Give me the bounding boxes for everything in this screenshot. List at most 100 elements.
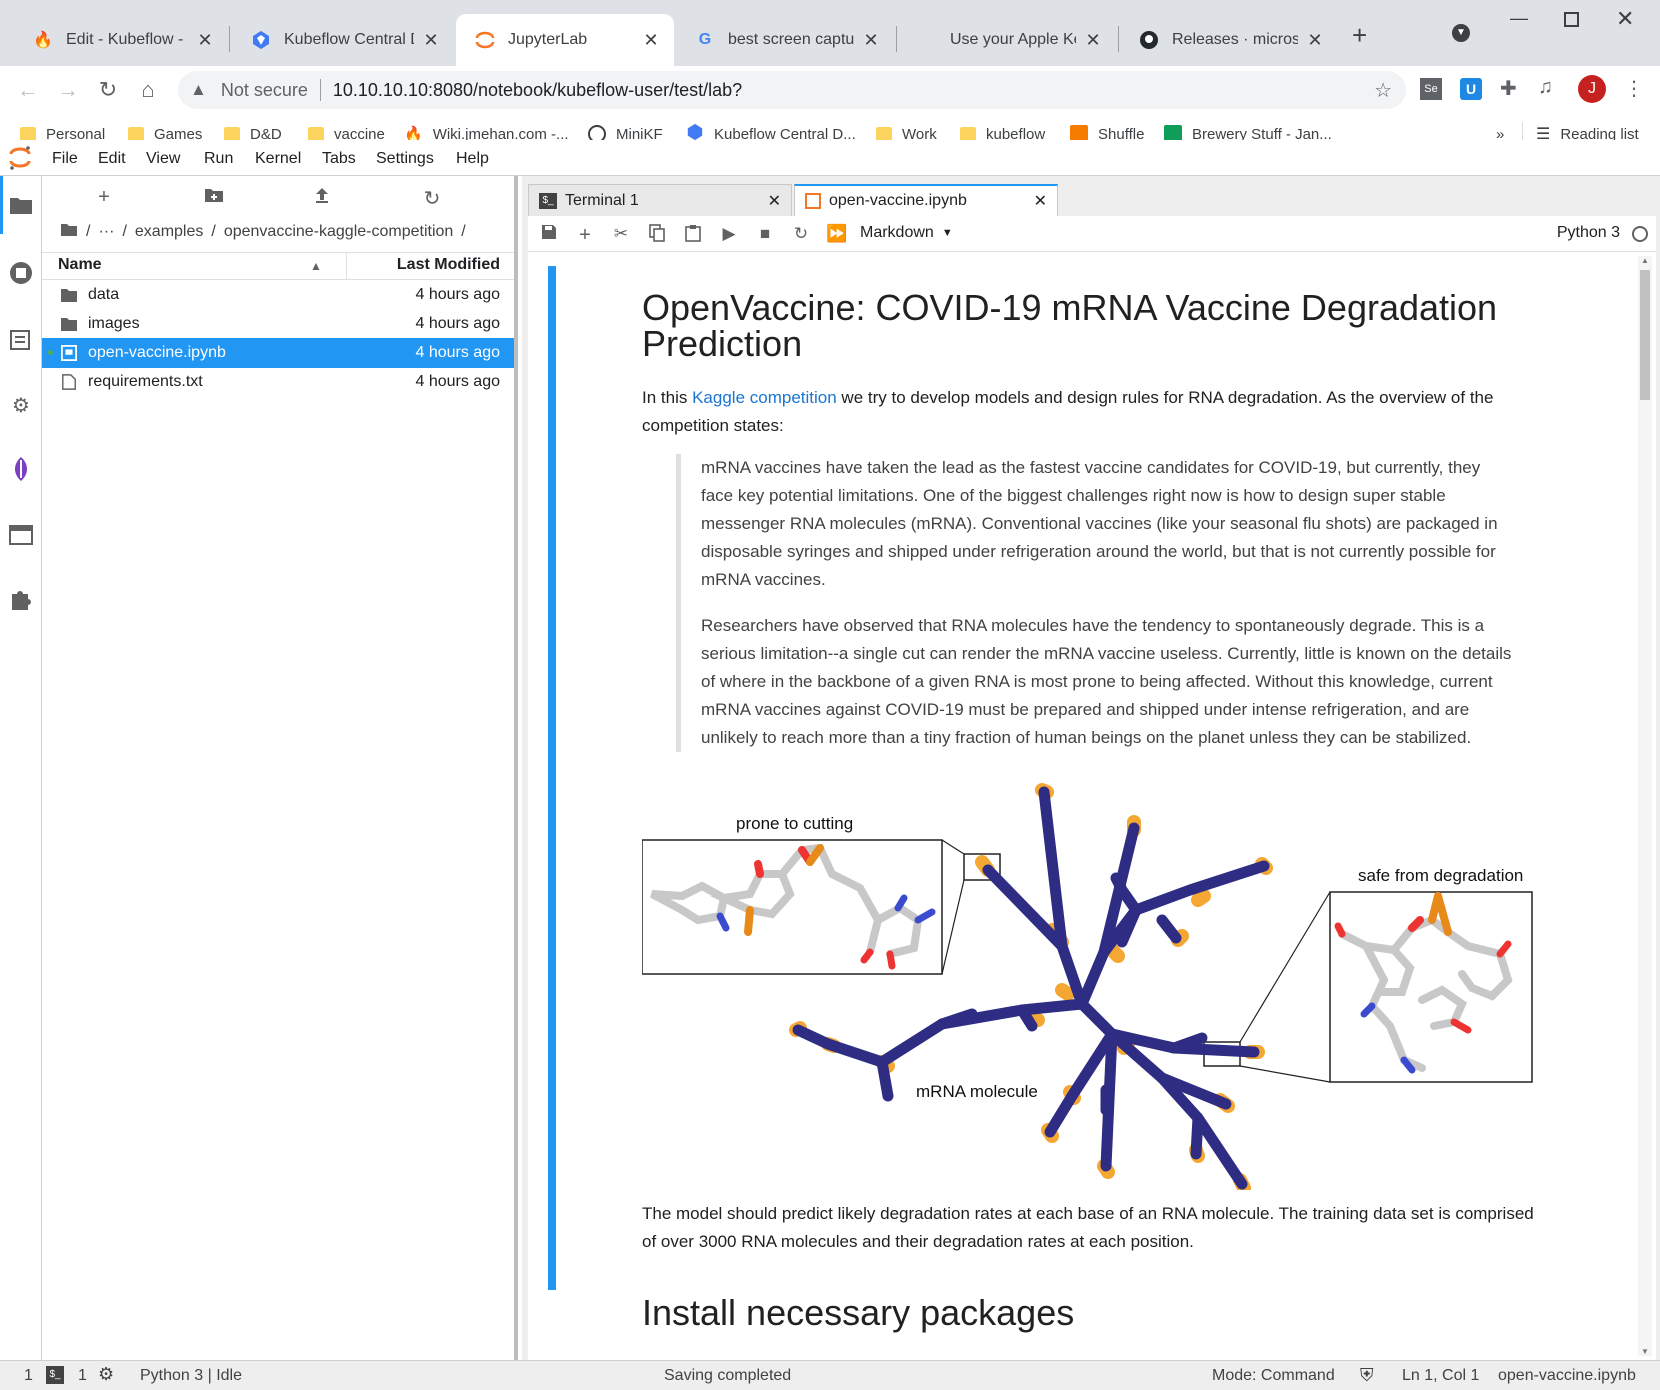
- restart-kernel-icon[interactable]: ↻: [790, 224, 812, 246]
- scrollbar-thumb[interactable]: [1640, 270, 1650, 400]
- doc-tab-notebook[interactable]: open-vaccine.ipynb ✕: [794, 184, 1058, 216]
- markdown-cell[interactable]: OpenVaccine: COVID-19 mRNA Vaccine Degra…: [642, 290, 1542, 1334]
- kaggle-competition-link[interactable]: Kaggle competition: [692, 388, 837, 407]
- notebook-panel[interactable]: OpenVaccine: COVID-19 mRNA Vaccine Degra…: [528, 252, 1656, 1360]
- terminal-count[interactable]: 1: [24, 1367, 33, 1385]
- kernel-status[interactable]: Python 3 | Idle: [140, 1367, 242, 1385]
- file-row-images[interactable]: images 4 hours ago: [42, 309, 514, 339]
- address-bar[interactable]: ▲ Not secure 10.10.10.10:8080/notebook/k…: [178, 71, 1406, 109]
- kernel-chip-icon[interactable]: ⚙: [98, 1364, 114, 1385]
- profile-avatar[interactable]: J: [1578, 75, 1606, 103]
- back-arrow-icon[interactable]: ←: [14, 76, 42, 104]
- browser-tab-google-search[interactable]: G best screen capture t ✕: [676, 14, 894, 66]
- browser-tab-kubeflow-dashboard[interactable]: Kubeflow Central Das ✕: [232, 14, 454, 66]
- extensions-puzzle-icon[interactable]: ✚: [1500, 76, 1517, 101]
- cursor-position[interactable]: Ln 1, Col 1: [1402, 1367, 1479, 1385]
- browser-tab-apple[interactable]: Use your Apple Keyb ✕: [898, 14, 1116, 66]
- new-launcher-plus-icon[interactable]: +: [92, 186, 116, 210]
- save-icon[interactable]: [538, 224, 560, 246]
- terminal-icon[interactable]: $_: [46, 1366, 64, 1384]
- name-column-header[interactable]: Name: [58, 256, 102, 274]
- run-play-icon[interactable]: ▶: [718, 224, 740, 246]
- commands-palette-icon[interactable]: [8, 326, 34, 352]
- tab-search-chevron-icon[interactable]: ▼: [1452, 24, 1470, 42]
- sort-ascending-icon[interactable]: ▲: [310, 259, 322, 273]
- close-icon[interactable]: ✕: [1306, 30, 1324, 51]
- close-icon[interactable]: ✕: [1034, 191, 1047, 211]
- interrupt-stop-icon[interactable]: ■: [754, 224, 776, 246]
- tabs-panel-icon[interactable]: [8, 522, 34, 548]
- menu-file[interactable]: File: [52, 150, 78, 168]
- close-icon[interactable]: ✕: [1084, 30, 1102, 51]
- running-dot-icon: [48, 350, 53, 355]
- notebook-mode[interactable]: Mode: Command: [1212, 1367, 1335, 1385]
- refresh-icon[interactable]: ↻: [420, 186, 444, 210]
- media-control-icon[interactable]: ♫: [1538, 76, 1553, 99]
- menu-run[interactable]: Run: [204, 150, 233, 168]
- url-text[interactable]: 10.10.10.10:8080/notebook/kubeflow-user/…: [333, 80, 742, 101]
- close-icon[interactable]: ✕: [862, 30, 880, 51]
- home-icon[interactable]: ⌂: [134, 76, 162, 104]
- tab-title: Releases · microsoft/: [1172, 31, 1298, 48]
- menu-kernel[interactable]: Kernel: [255, 150, 301, 168]
- property-inspector-gears-icon[interactable]: ⚙: [8, 392, 34, 418]
- forward-arrow-icon[interactable]: →: [54, 76, 82, 104]
- quote-paragraph: mRNA vaccines have taken the lead as the…: [701, 458, 1498, 589]
- chrome-menu-icon[interactable]: ⋮: [1624, 76, 1644, 101]
- breadcrumb-examples[interactable]: examples: [135, 223, 203, 241]
- paste-clipboard-icon[interactable]: [682, 224, 704, 246]
- file-row-open-vaccine[interactable]: open-vaccine.ipynb 4 hours ago: [42, 338, 514, 368]
- browser-tab-github[interactable]: Releases · microsoft/ ✕: [1120, 14, 1338, 66]
- menu-tabs[interactable]: Tabs: [322, 150, 356, 168]
- cell-type-select[interactable]: Markdown ▼: [860, 224, 953, 242]
- file-modified: 4 hours ago: [415, 315, 500, 332]
- file-list-header: Name ▲ Last Modified: [42, 252, 514, 280]
- new-folder-icon[interactable]: [202, 186, 226, 210]
- file-row-data[interactable]: data 4 hours ago: [42, 280, 514, 310]
- kernel-name[interactable]: Python 3: [1557, 224, 1620, 242]
- selenium-extension-icon[interactable]: Se: [1420, 78, 1442, 100]
- close-icon[interactable]: ✕: [196, 30, 214, 51]
- insert-cell-plus-icon[interactable]: +: [574, 224, 596, 246]
- close-window-icon[interactable]: ✕: [1616, 6, 1634, 32]
- new-tab-plus-icon[interactable]: +: [1352, 20, 1367, 51]
- close-icon[interactable]: ✕: [768, 191, 781, 211]
- breadcrumb-competition[interactable]: openvaccine-kaggle-competition: [224, 223, 453, 241]
- tab-title: Use your Apple Keyb: [950, 31, 1076, 48]
- file-row-requirements[interactable]: requirements.txt 4 hours ago: [42, 367, 514, 397]
- file-browser-panel: + ↻ / ··· / examples / openvaccine-kaggl…: [42, 176, 518, 1360]
- scroll-down-arrow-icon[interactable]: ▼: [1641, 1347, 1649, 1356]
- cut-scissors-icon[interactable]: ✂: [610, 224, 632, 246]
- u-extension-icon[interactable]: U: [1460, 78, 1482, 100]
- kale-extension-icon[interactable]: [8, 456, 34, 482]
- last-modified-column-header[interactable]: Last Modified: [397, 256, 500, 274]
- copy-icon[interactable]: [646, 224, 668, 246]
- upload-icon[interactable]: [310, 186, 334, 210]
- menu-help[interactable]: Help: [456, 150, 489, 168]
- minimize-icon[interactable]: —: [1510, 8, 1528, 29]
- maximize-icon[interactable]: [1564, 12, 1579, 27]
- file-browser-folder-icon[interactable]: [8, 192, 34, 218]
- scroll-up-arrow-icon[interactable]: ▲: [1641, 256, 1649, 265]
- kernel-count[interactable]: 1: [78, 1367, 87, 1385]
- doc-tab-terminal[interactable]: $_ Terminal 1 ✕: [528, 184, 792, 216]
- folder-icon: [224, 127, 240, 141]
- close-icon[interactable]: ✕: [422, 30, 440, 51]
- extension-manager-puzzle-icon[interactable]: [8, 586, 34, 612]
- menu-view[interactable]: View: [146, 150, 180, 168]
- breadcrumb-ellipsis[interactable]: ···: [98, 223, 114, 241]
- running-sessions-icon[interactable]: [8, 260, 34, 286]
- home-folder-icon[interactable]: [60, 222, 78, 242]
- menu-settings[interactable]: Settings: [376, 150, 434, 168]
- menu-edit[interactable]: Edit: [98, 150, 126, 168]
- star-bookmark-icon[interactable]: ☆: [1374, 78, 1392, 103]
- browser-tab-jupyterlab[interactable]: JupyterLab ✕: [456, 14, 674, 66]
- close-icon[interactable]: ✕: [642, 30, 660, 51]
- trusted-shield-icon[interactable]: ⛨: [1360, 1365, 1374, 1386]
- reload-icon[interactable]: ↻: [94, 76, 122, 104]
- run-all-fast-forward-icon[interactable]: ⏩: [826, 224, 848, 246]
- browser-tab-kubeflow-edit[interactable]: 🔥 Edit - Kubeflow - Get ✕: [14, 14, 228, 66]
- notebook-scrollbar[interactable]: ▲ ▼: [1638, 256, 1652, 1356]
- security-label[interactable]: Not secure: [221, 80, 308, 101]
- tab-title: Kubeflow Central Das: [284, 31, 414, 48]
